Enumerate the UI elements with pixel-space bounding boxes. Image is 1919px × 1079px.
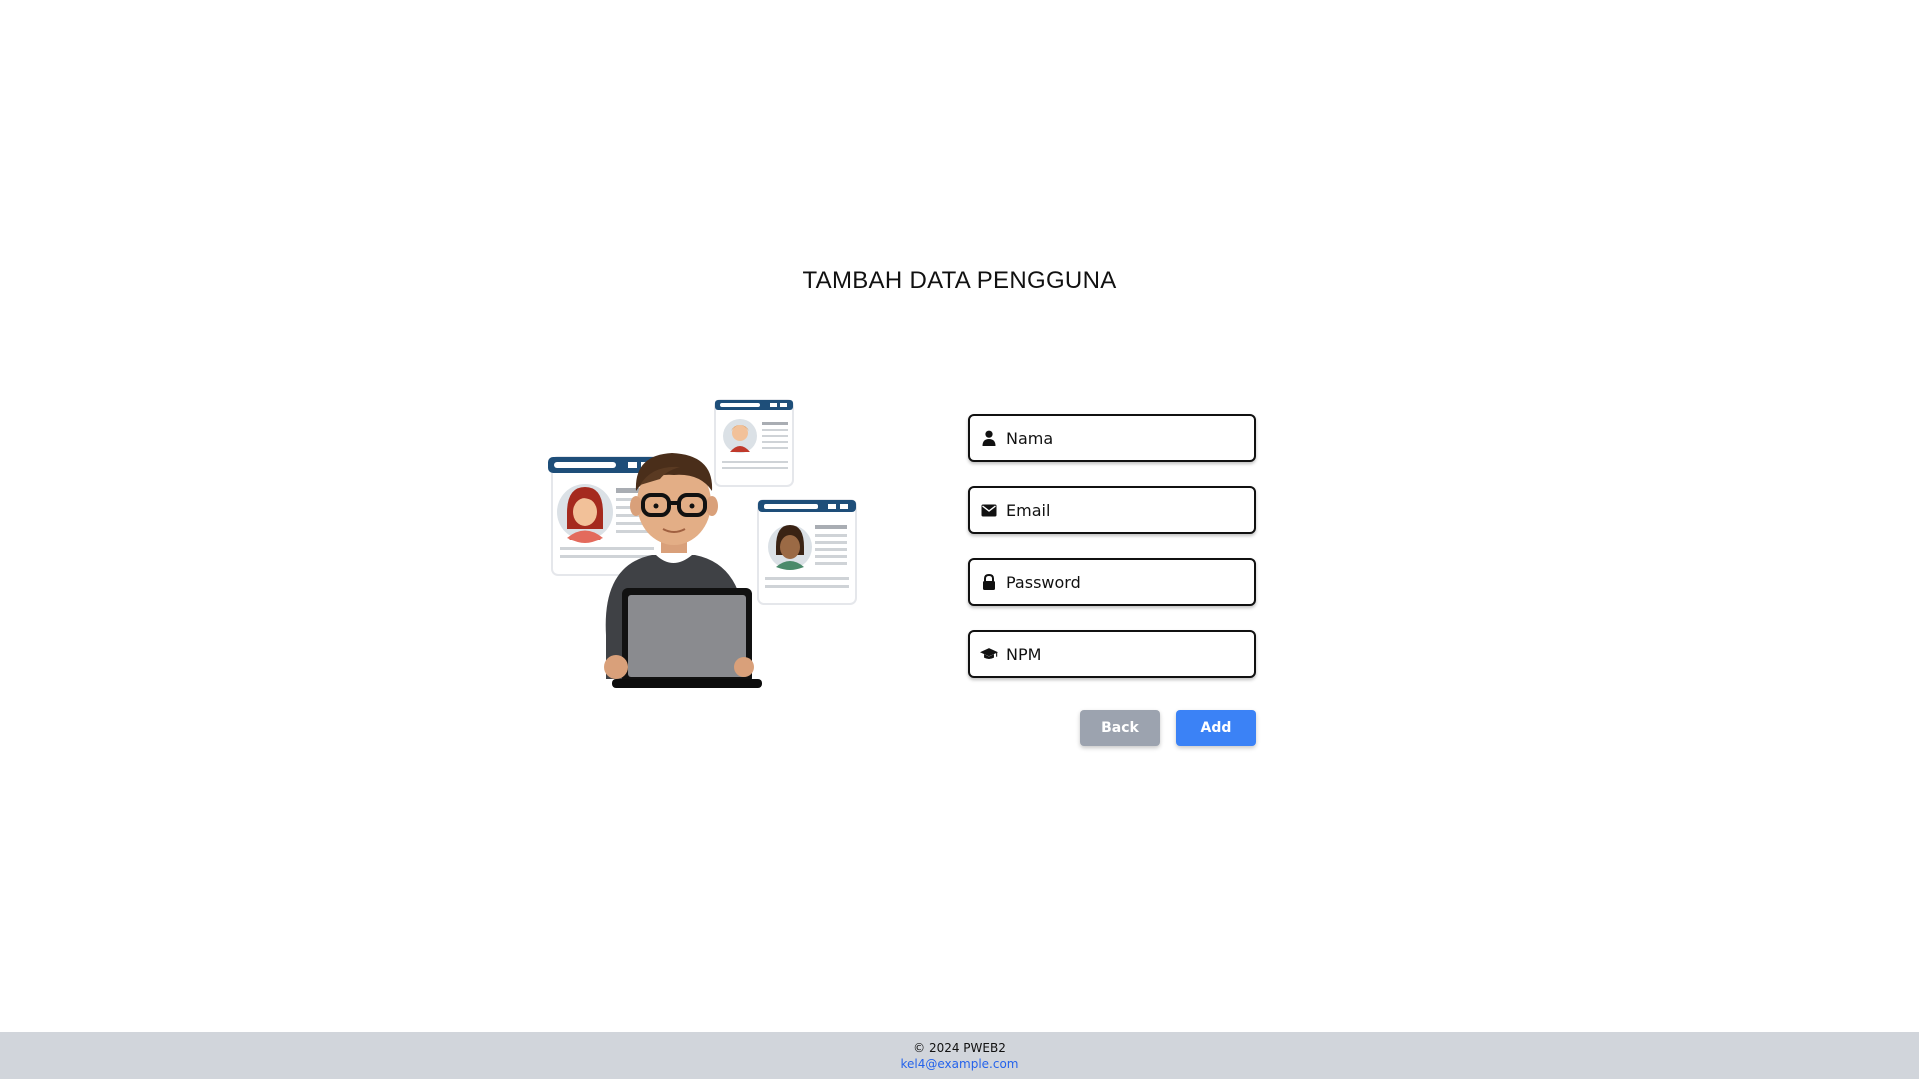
add-button[interactable]: Add xyxy=(1176,710,1256,746)
npm-field[interactable] xyxy=(968,630,1256,678)
add-user-form xyxy=(968,414,1256,702)
user-management-illustration xyxy=(540,395,860,695)
footer-copyright: © 2024 PWEB2 xyxy=(913,1041,1006,1055)
footer: © 2024 PWEB2 kel4@example.com xyxy=(0,1032,1919,1079)
user-icon xyxy=(980,429,998,447)
lock-icon xyxy=(980,573,998,591)
profile-card-top xyxy=(714,399,794,487)
name-field[interactable] xyxy=(968,414,1256,462)
form-actions: Back Add xyxy=(1080,710,1256,746)
password-field[interactable] xyxy=(968,558,1256,606)
email-field[interactable] xyxy=(968,486,1256,534)
graduation-cap-icon xyxy=(980,645,998,663)
envelope-icon xyxy=(980,501,998,519)
password-input[interactable] xyxy=(1006,560,1246,604)
name-input[interactable] xyxy=(1006,416,1246,460)
footer-email-link[interactable]: kel4@example.com xyxy=(0,1057,1919,1071)
npm-input[interactable] xyxy=(1006,632,1246,676)
back-button[interactable]: Back xyxy=(1080,710,1160,746)
illustration-graphic xyxy=(548,399,857,688)
profile-card-right xyxy=(757,499,857,605)
page-title: TAMBAH DATA PENGGUNA xyxy=(802,267,1117,294)
email-input[interactable] xyxy=(1006,488,1246,532)
